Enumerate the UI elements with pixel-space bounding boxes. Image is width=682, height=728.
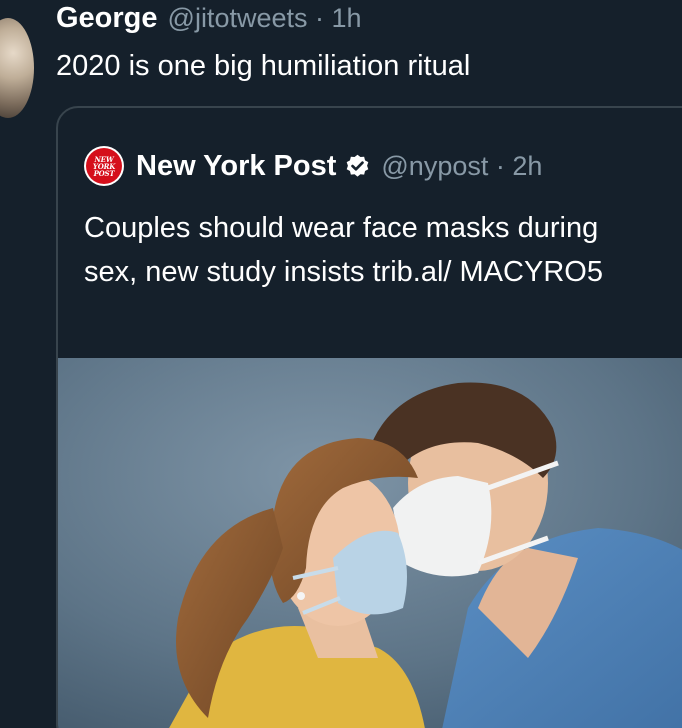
- tweet-text: 2020 is one big humiliation ritual: [56, 50, 471, 82]
- tweet-header: George @jitotweets · 1h: [56, 2, 362, 35]
- nypost-logo[interactable]: NEW YORK POST: [84, 146, 124, 186]
- tweet-time[interactable]: · 1h: [315, 3, 362, 33]
- author-name[interactable]: George: [56, 2, 158, 35]
- nypost-logo-text: NEW YORK POST: [86, 148, 122, 184]
- quoted-time[interactable]: · 2h: [496, 151, 543, 181]
- tweet-screen: George @jitotweets · 1h 2020 is one big …: [0, 0, 682, 728]
- quoted-handle-time[interactable]: @nypost · 2h: [381, 151, 542, 182]
- logo-line: POST: [93, 168, 115, 178]
- quoted-tweet-text: Couples should wear face masks during se…: [84, 212, 603, 288]
- author-handle[interactable]: @jitotweets: [168, 3, 308, 33]
- quoted-handle[interactable]: @nypost: [381, 151, 488, 181]
- avatar[interactable]: [0, 18, 34, 118]
- quoted-tweet-card[interactable]: NEW YORK POST New York Post @nypost · 2h…: [56, 106, 682, 728]
- quoted-author-name[interactable]: New York Post: [136, 150, 336, 183]
- quoted-tweet-image[interactable]: [58, 358, 682, 728]
- verified-badge-icon: [347, 154, 369, 177]
- author-handle-time[interactable]: @jitotweets · 1h: [168, 3, 362, 34]
- couple-masks-photo: [58, 358, 682, 728]
- quoted-tweet-header: NEW YORK POST New York Post @nypost · 2h: [84, 146, 542, 186]
